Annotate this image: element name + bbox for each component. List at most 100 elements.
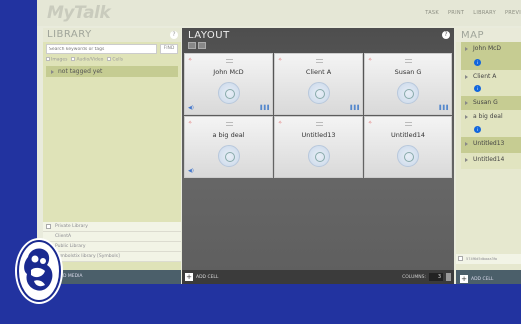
cell-image-placeholder-icon[interactable] [307, 145, 330, 167]
back-icon[interactable] [188, 42, 196, 49]
library-header: LIBRARY ? [43, 28, 181, 42]
layout-title: LAYOUT [188, 30, 230, 41]
map-item[interactable]: a big deal i [461, 110, 521, 137]
filter-audio-video[interactable]: Audio/Video [71, 57, 103, 63]
filter-images-label: Images [51, 57, 68, 63]
library-row-label: Symbolstix library [Symbols] [55, 254, 120, 259]
map-title: MAP [461, 30, 484, 41]
layout-bottom-bar: + ADD CELL COLUMNS: 3 [182, 270, 454, 284]
layout-cell[interactable]: ✧ Susan G ▐▐▐ [364, 53, 452, 115]
library-search-row: FIND [46, 44, 178, 54]
drag-handle-icon[interactable] [405, 59, 412, 63]
cell-label: Susan G [394, 68, 422, 76]
map-item[interactable]: Untitled14 [461, 153, 521, 169]
columns-label: COLUMNS: [402, 274, 426, 280]
cell-image-placeholder-icon[interactable] [217, 145, 240, 167]
info-icon[interactable]: i [474, 85, 481, 92]
columns-stepper[interactable] [446, 273, 451, 281]
drag-handle-icon[interactable] [315, 59, 323, 63]
library-title: LIBRARY [47, 29, 92, 40]
nav-library[interactable]: LIBRARY [473, 10, 496, 16]
delete-cell-icon[interactable]: ✧ [368, 57, 372, 63]
find-button[interactable]: FIND [160, 44, 178, 54]
nav-task[interactable]: TASK [425, 10, 439, 16]
map-add-cell-button[interactable]: + ADD CELL [456, 270, 521, 284]
cell-label: Client A [305, 68, 332, 76]
cell-image-placeholder-icon[interactable] [217, 82, 240, 104]
columns-control: COLUMNS: 3 [402, 273, 451, 281]
seal-emblem [15, 238, 63, 304]
expand-icon[interactable] [458, 256, 463, 261]
library-row-private[interactable]: Private Library [43, 222, 181, 232]
cell-image-placeholder-icon[interactable] [307, 82, 330, 104]
library-filters: Images Audio/Video Cells [46, 57, 123, 63]
drag-handle-icon[interactable] [405, 122, 412, 126]
filter-images[interactable]: Images [46, 57, 67, 63]
columns-input[interactable]: 3 [429, 273, 443, 281]
delete-cell-icon[interactable]: ✧ [368, 120, 372, 126]
map-add-cell-label: ADD CELL [471, 276, 494, 282]
cell-image-placeholder-icon[interactable] [397, 82, 419, 104]
filter-cells[interactable]: Cells [107, 57, 123, 63]
audio-video-checkbox[interactable] [71, 57, 76, 61]
info-icon[interactable]: i [474, 126, 481, 133]
layout-panel: LAYOUT ? ✧ John McD ◀) ▐▐▐ ✧ Client A ▐▐▐ ✧ Susa… [182, 28, 454, 284]
map-item-label: John McD [473, 45, 502, 52]
cell-label: Untitled14 [391, 131, 425, 139]
layout-cell[interactable]: ✧ Untitled14 [364, 116, 452, 178]
nav-print[interactable]: PRINT [448, 10, 464, 16]
layout-cell[interactable]: ✧ Untitled13 [274, 116, 363, 178]
info-icon[interactable]: i [474, 59, 481, 66]
map-item-label: Untitled13 [473, 140, 505, 147]
delete-cell-icon[interactable]: ✧ [188, 120, 192, 126]
map-footer-row[interactable]: 574f6d5dbaaa3fa [456, 254, 521, 264]
equalizer-icon[interactable]: ▐▐▐ [349, 106, 359, 111]
map-item[interactable]: Client A i [461, 70, 521, 96]
nav-preview[interactable]: PREVI [505, 10, 521, 16]
cell-image-placeholder-icon[interactable] [397, 145, 419, 167]
delete-cell-icon[interactable]: ✧ [278, 120, 282, 126]
map-item-label: a big deal [473, 113, 503, 120]
map-item-label: Susan G [473, 99, 498, 106]
layout-cell[interactable]: ✧ John McD ◀) ▐▐▐ [184, 53, 273, 115]
layout-cell[interactable]: ✧ a big deal ◀) [184, 116, 273, 178]
map-item[interactable]: John McD i [461, 42, 521, 70]
drag-handle-icon[interactable] [225, 122, 233, 126]
breadcrumb [188, 42, 206, 49]
add-cell-button[interactable]: + ADD CELL [185, 273, 218, 281]
tag-item-not-tagged[interactable]: not tagged yet [46, 66, 178, 77]
plus-icon: + [185, 273, 193, 281]
drag-handle-icon[interactable] [315, 122, 323, 126]
map-footer-id: 574f6d5dbaaa3fa [466, 257, 498, 261]
add-cell-label: ADD CELL [196, 274, 219, 280]
filter-cells-label: Cells [112, 57, 124, 63]
drag-handle-icon[interactable] [225, 59, 233, 63]
images-checkbox[interactable] [46, 57, 50, 61]
filter-audio-video-label: Audio/Video [76, 57, 104, 63]
top-bar: MyTalk TASK PRINT LIBRARY PREVI [37, 0, 521, 26]
app-logo: MyTalk [47, 3, 111, 23]
layout-help-icon[interactable]: ? [442, 31, 450, 39]
delete-cell-icon[interactable]: ✧ [188, 57, 192, 63]
map-item-label: Client A [473, 73, 497, 80]
expand-icon[interactable] [46, 224, 51, 229]
plus-icon: + [460, 275, 468, 283]
home-icon[interactable] [198, 42, 206, 49]
map-header: MAP [456, 28, 521, 42]
layout-cell[interactable]: ✧ Client A ▐▐▐ [274, 53, 363, 115]
map-item[interactable]: Susan G [461, 96, 521, 110]
map-item[interactable]: Untitled13 [461, 137, 521, 153]
top-nav: TASK PRINT LIBRARY PREVI [425, 10, 521, 16]
library-row-label: Private Library [55, 224, 88, 229]
map-panel: MAP John McD i Client A i Susan G a big deal i… [456, 28, 521, 284]
library-help-icon[interactable]: ? [170, 31, 178, 39]
speaker-icon[interactable]: ◀) [188, 168, 194, 174]
cells-checkbox[interactable] [107, 57, 112, 61]
delete-cell-icon[interactable]: ✧ [278, 57, 282, 63]
equalizer-icon[interactable]: ▐▐▐ [259, 106, 269, 111]
speaker-icon[interactable]: ◀) [188, 105, 194, 111]
library-search-input[interactable] [46, 44, 157, 54]
cell-label: John McD [213, 68, 244, 76]
cell-grid: ✧ John McD ◀) ▐▐▐ ✧ Client A ▐▐▐ ✧ Susan G ▐▐▐ ✧ a … [184, 53, 452, 178]
equalizer-icon[interactable]: ▐▐▐ [438, 106, 448, 111]
